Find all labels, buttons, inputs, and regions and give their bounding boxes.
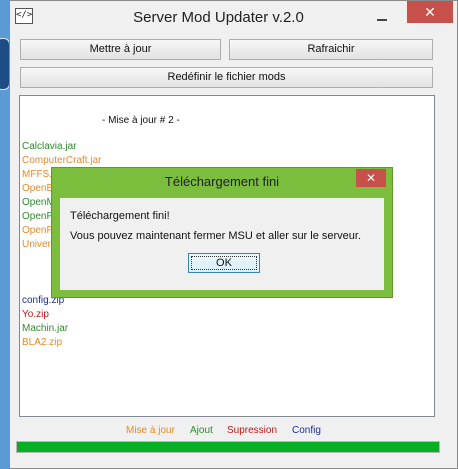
list-item: BLA2.zip <box>22 337 63 348</box>
title-bar[interactable]: </> Server Mod Updater v.2.0 ✕ <box>10 1 457 35</box>
dialog-title[interactable]: Téléchargement fini <box>52 174 392 189</box>
legend-add: Ajout <box>190 425 213 436</box>
list-item: ComputerCraft.jar <box>22 155 102 166</box>
code-icon: </> <box>15 8 33 24</box>
update-button[interactable]: Mettre à jour <box>20 39 221 60</box>
update-heading: - Mise à jour # 2 - <box>102 115 180 126</box>
close-button[interactable]: ✕ <box>407 1 453 23</box>
legend-update: Mise à jour <box>126 425 175 436</box>
refresh-button[interactable]: Rafraichir <box>229 39 433 60</box>
list-item: OpenP <box>22 211 54 222</box>
list-item: MFFS. <box>22 169 52 180</box>
list-item: Machin.jar <box>22 323 69 334</box>
dialog-body: Téléchargement fini! Vous pouvez mainten… <box>60 198 384 290</box>
minimize-button[interactable] <box>369 7 395 27</box>
list-item: Yo.zip <box>22 309 49 320</box>
list-item: OpenB <box>22 183 54 194</box>
ok-button[interactable]: OK <box>188 253 260 273</box>
progress-fill <box>17 442 439 452</box>
dialog-message-title: Téléchargement fini! <box>70 210 170 222</box>
dialog-message: Vous pouvez maintenant fermer MSU et all… <box>70 230 362 242</box>
download-complete-dialog: Téléchargement fini ✕ Téléchargement fin… <box>51 167 393 298</box>
window-title: Server Mod Updater v.2.0 <box>133 9 304 26</box>
legend-config: Config <box>292 425 321 436</box>
redefine-mods-button[interactable]: Redéfinir le fichier mods <box>20 67 433 88</box>
list-item: Univer <box>22 239 51 250</box>
legend-remove: Supression <box>227 425 278 436</box>
list-item: Calclavia.jar <box>22 141 77 152</box>
list-item: OpenM <box>22 197 55 208</box>
dialog-close-button[interactable]: ✕ <box>356 169 386 187</box>
list-item: OpenP <box>22 225 54 236</box>
progress-bar <box>16 441 440 453</box>
